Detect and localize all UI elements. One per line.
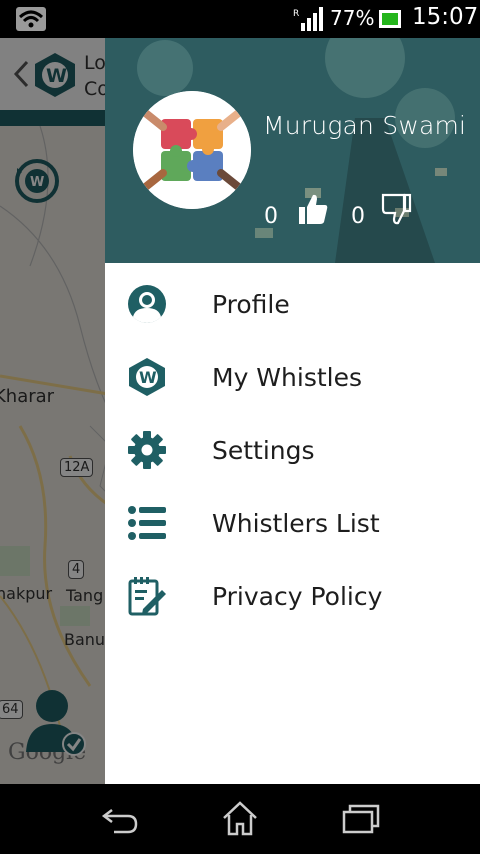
- svg-text:R: R: [293, 9, 299, 19]
- puzzle-hands-icon: [133, 91, 251, 209]
- home-icon[interactable]: [218, 798, 262, 838]
- list-icon: [128, 506, 166, 540]
- clock: 15:07: [412, 4, 479, 30]
- gear-icon: [128, 431, 166, 469]
- signal-icon: R: [293, 7, 323, 31]
- navigation-drawer: Murugan Swami 0 0 Profile W My Whistles …: [105, 38, 480, 784]
- system-nav-bar: [0, 784, 480, 854]
- battery-percent: 77%: [330, 6, 375, 30]
- thumbs-up-icon[interactable]: [297, 192, 329, 226]
- thumbs-down-icon[interactable]: [380, 192, 412, 226]
- menu-item-label: Settings: [212, 435, 315, 465]
- dislike-count: 0: [351, 204, 365, 229]
- wifi-icon: [16, 7, 46, 31]
- battery-icon: [379, 10, 401, 28]
- whistle-logo-icon: W: [129, 358, 165, 396]
- edit-document-icon: [128, 577, 166, 616]
- recent-apps-icon[interactable]: [338, 798, 382, 838]
- menu-item-label: Privacy Policy: [212, 581, 383, 611]
- back-icon[interactable]: [98, 798, 142, 838]
- menu-item-my-whistles[interactable]: W My Whistles: [105, 341, 480, 413]
- drawer-header: Murugan Swami 0 0: [105, 38, 480, 263]
- avatar[interactable]: [133, 91, 251, 209]
- svg-text:W: W: [139, 368, 157, 387]
- status-bar: R 77% 15:07: [0, 0, 480, 38]
- menu-item-label: Whistlers List: [212, 508, 380, 538]
- user-name: Murugan Swami: [263, 111, 467, 140]
- menu-item-whistlers-list[interactable]: Whistlers List: [105, 487, 480, 559]
- menu-item-label: Profile: [212, 289, 290, 319]
- menu-item-profile[interactable]: Profile: [105, 268, 480, 340]
- menu-item-label: My Whistles: [212, 362, 362, 392]
- profile-icon: [128, 285, 166, 323]
- like-count: 0: [264, 204, 278, 229]
- menu-item-settings[interactable]: Settings: [105, 414, 480, 486]
- menu-item-privacy-policy[interactable]: Privacy Policy: [105, 560, 480, 632]
